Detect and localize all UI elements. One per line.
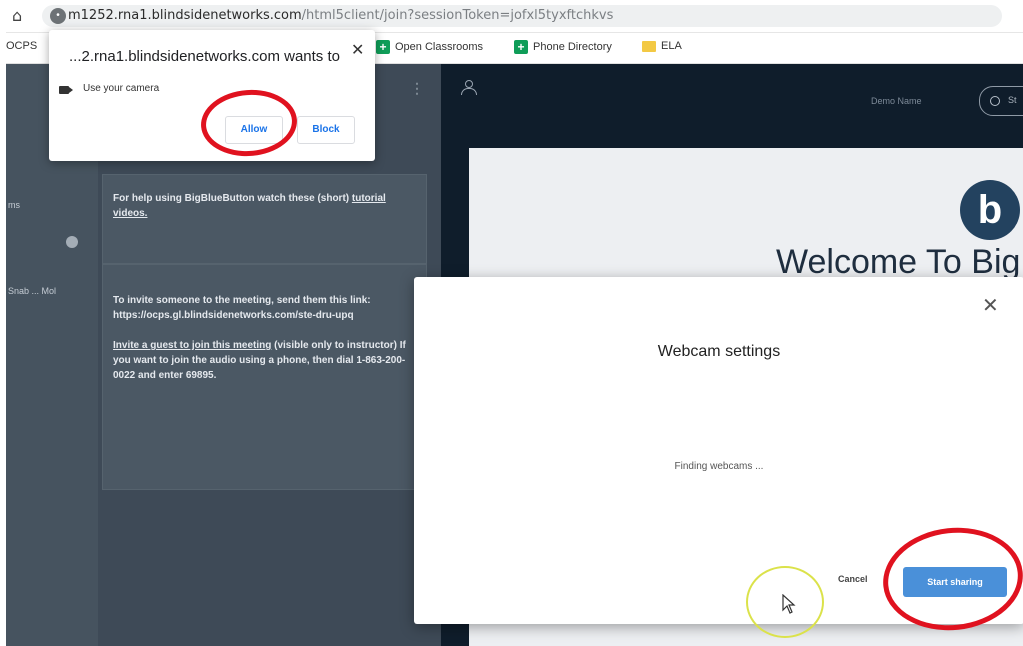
sidebar-item[interactable]: ms	[8, 200, 20, 210]
folder-icon	[642, 40, 656, 52]
cancel-button[interactable]: Cancel	[838, 574, 868, 584]
gear-icon[interactable]	[66, 236, 78, 248]
webcam-status: Finding webcams ...	[674, 461, 764, 472]
user-icon[interactable]	[461, 80, 477, 95]
url-text[interactable]: m1252.rna1.blindsidenetworks.com/html5cl…	[68, 8, 613, 23]
block-button[interactable]: Block	[297, 116, 355, 144]
close-icon[interactable]: ✕	[351, 40, 364, 60]
close-icon[interactable]: ✕	[982, 293, 999, 318]
presenter-name: Demo Name	[871, 96, 922, 106]
sidebar-item[interactable]: Snab ... Mol	[8, 286, 56, 296]
modal-title: Webcam settings	[657, 343, 781, 360]
record-icon	[990, 96, 1000, 106]
google-classroom-icon: +	[376, 40, 390, 54]
bookmark-ela[interactable]: ELA	[642, 40, 682, 52]
bookmark-label: ELA	[661, 40, 682, 52]
invite-link[interactable]: https://ocps.gl.blindsidenetworks.com/st…	[113, 308, 416, 323]
record-label: St	[1008, 95, 1017, 105]
record-button[interactable]: St	[979, 86, 1023, 116]
url-path: /html5client/join?sessionToken=jofxl5tyx…	[301, 8, 614, 23]
chat-message: For help using BigBlueButton watch these…	[102, 174, 427, 264]
permission-title: ...2.rna1.blindsidenetworks.com wants to	[69, 48, 340, 65]
bookmark-label: OCPS	[6, 40, 38, 52]
mouse-cursor-icon	[782, 594, 796, 614]
bookmark-ocps[interactable]: OCPS	[6, 40, 37, 52]
site-info-icon[interactable]: •	[50, 8, 66, 24]
more-options-icon[interactable]: ⋮	[410, 80, 424, 97]
bookmark-label: Open Classrooms	[395, 41, 484, 53]
message-text: To invite someone to the meeting, send t…	[113, 295, 371, 306]
bigbluebutton-logo: b	[960, 180, 1020, 240]
guest-paragraph: Invite a guest to join this meeting (vis…	[113, 338, 416, 383]
home-icon[interactable]: ⌂	[12, 6, 22, 25]
bookmark-phone-directory[interactable]: + Phone Directory	[514, 40, 612, 54]
chat-message: To invite someone to the meeting, send t…	[102, 264, 427, 490]
browser-window: ⌂ • m1252.rna1.blindsidenetworks.com/htm…	[6, 0, 1023, 646]
bookmark-label: Phone Directory	[533, 41, 612, 53]
camera-icon	[59, 86, 73, 94]
permission-request: Use your camera	[83, 83, 160, 94]
message-text: For help using BigBlueButton watch these…	[113, 193, 350, 204]
google-classroom-icon: +	[514, 40, 528, 54]
address-bar: ⌂ • m1252.rna1.blindsidenetworks.com/htm…	[6, 0, 1023, 33]
guest-invite-link[interactable]: Invite a guest to join this meeting	[113, 340, 271, 351]
bookmark-open-classrooms[interactable]: + Open Classrooms	[376, 40, 483, 54]
url-host: m1252.rna1.blindsidenetworks.com	[68, 8, 302, 23]
